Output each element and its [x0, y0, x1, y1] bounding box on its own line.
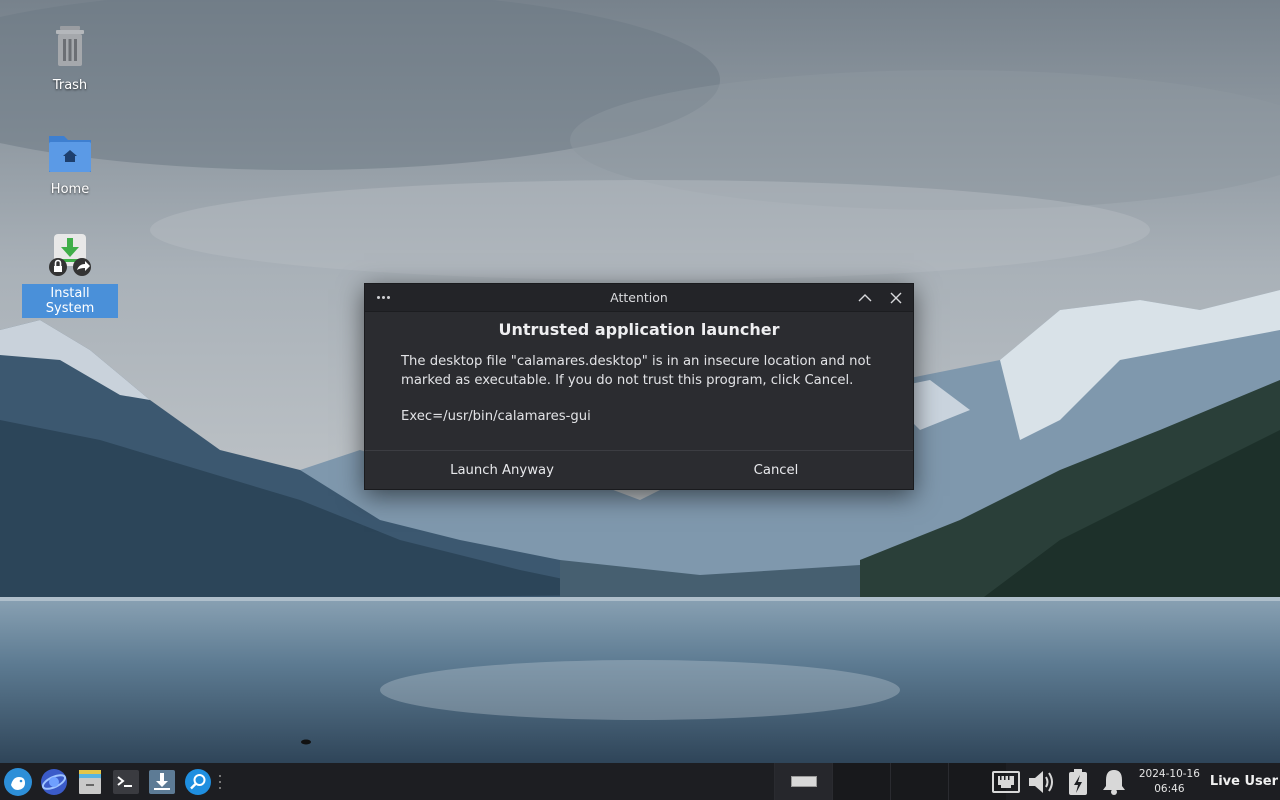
window-thumbnail — [790, 776, 817, 787]
clock-date: 2024-10-16 — [1138, 767, 1200, 780]
cancel-button[interactable]: Cancel — [639, 451, 913, 489]
dialog-heading: Untrusted application launcher — [498, 320, 780, 339]
desktop-icon-label: Install System — [22, 284, 118, 318]
terminal-icon — [113, 769, 139, 794]
workspace-3[interactable] — [890, 763, 948, 800]
downloads-icon — [149, 769, 175, 794]
desktop-icon-label: Home — [50, 182, 90, 197]
user-menu-button[interactable]: Live User — [1210, 774, 1278, 789]
desktop-icon-home[interactable]: Home — [22, 128, 118, 199]
desktop-icon-install-system[interactable]: Install System — [22, 232, 118, 318]
chevron-up-icon — [858, 294, 872, 302]
panel-separator-handle[interactable] — [219, 774, 222, 789]
network-icon — [991, 770, 1020, 793]
app-finder-icon — [185, 768, 211, 795]
dialog-titlebar[interactable]: Attention — [365, 284, 913, 312]
volume-icon — [1028, 770, 1053, 793]
notifications-button[interactable] — [1099, 767, 1129, 797]
dialog-title: Attention — [610, 290, 668, 305]
trash-icon — [46, 24, 94, 72]
web-browser-icon — [41, 768, 67, 795]
home-folder-icon — [46, 128, 94, 176]
window-menu-icon[interactable] — [373, 290, 393, 304]
install-system-icon — [46, 232, 94, 280]
workspace-switcher — [774, 763, 1006, 800]
power-icon — [1068, 768, 1087, 795]
whisker-menu-icon — [4, 767, 32, 796]
launch-anyway-button[interactable]: Launch Anyway — [365, 451, 639, 489]
taskbar: 2024-10-16 06:46 Live User — [0, 763, 1280, 800]
desktop-icon-trash[interactable]: Trash — [22, 24, 118, 95]
power-button[interactable] — [1063, 767, 1093, 797]
workspace-1[interactable] — [774, 763, 832, 800]
notifications-icon — [1102, 769, 1125, 795]
dialog-exec-line: Exec=/usr/bin/calamares-gui — [401, 409, 591, 424]
dialog-message: The desktop file "calamares.desktop" is … — [401, 354, 871, 388]
clock-time: 06:46 — [1154, 782, 1185, 795]
volume-button[interactable] — [1027, 767, 1057, 797]
shade-window-button[interactable] — [855, 288, 875, 308]
app-finder-launcher[interactable] — [183, 767, 213, 797]
clock[interactable]: 2024-10-16 06:46 — [1139, 767, 1200, 797]
whisker-menu-button[interactable] — [3, 767, 33, 797]
terminal-launcher[interactable] — [111, 767, 141, 797]
untrusted-launcher-dialog: Attention Untrusted application launcher… — [364, 283, 914, 490]
close-window-button[interactable] — [886, 288, 906, 308]
close-icon — [890, 292, 902, 304]
system-tray: 2024-10-16 06:46 Live User — [985, 763, 1280, 800]
downloads-launcher[interactable] — [147, 767, 177, 797]
network-button[interactable] — [991, 767, 1021, 797]
web-browser-launcher[interactable] — [39, 767, 69, 797]
dialog-button-row: Launch Anyway Cancel — [365, 450, 913, 489]
file-manager-icon — [79, 769, 101, 794]
workspace-2[interactable] — [832, 763, 890, 800]
file-manager-launcher[interactable] — [75, 767, 105, 797]
desktop-icon-label: Trash — [52, 78, 88, 93]
